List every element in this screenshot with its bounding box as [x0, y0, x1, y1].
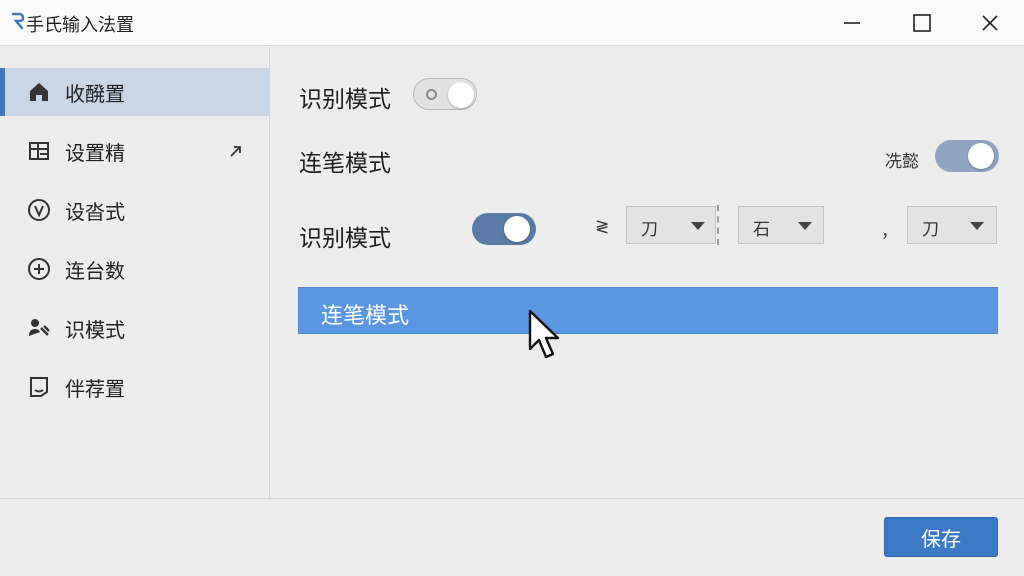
home-icon — [27, 80, 51, 104]
minimize-button[interactable] — [818, 0, 886, 46]
off-indicator-icon — [426, 89, 437, 100]
sidebar-item-label: 连台数 — [65, 258, 125, 283]
dropdown-2[interactable]: 石 — [738, 206, 824, 244]
sidebar-item-label: 收醗置 — [65, 81, 125, 106]
close-button[interactable] — [956, 0, 1024, 46]
toggle-knob — [968, 143, 994, 169]
save-button[interactable]: 保存 — [884, 517, 998, 557]
cursive-mode-label: 连笔模式 — [299, 151, 391, 177]
maximize-button[interactable] — [888, 0, 956, 46]
sidebar-item-2[interactable]: 设沓式 — [0, 186, 269, 234]
close-icon — [982, 15, 998, 31]
sidebar-item-4[interactable]: 识模式 — [0, 304, 269, 352]
divider — [717, 205, 719, 245]
title-bar: 手氏输入法置 — [0, 0, 1024, 46]
settings-panel: 识别模式 连笔模式 冼懿 识别模式 ≷ 刀 石 ， 刀 连笔模式 — [271, 47, 1024, 498]
dropdown-value: 石 — [753, 220, 770, 240]
app-logo-icon — [11, 12, 25, 30]
chevron-down-icon — [970, 222, 984, 230]
sidebar-item-label: 伴荐置 — [65, 376, 125, 401]
layout-grid-icon — [27, 139, 51, 163]
sidebar-item-1[interactable]: 设置精 — [0, 127, 269, 175]
row3-separator-text: ， — [881, 222, 898, 242]
recognition-mode-label: 识别模式 — [299, 87, 391, 113]
footer-bar: 保存 — [0, 498, 1024, 576]
minimize-icon — [844, 22, 860, 24]
dropdown-3[interactable]: 刀 — [907, 206, 997, 244]
toggle-knob — [504, 216, 530, 242]
mouse-cursor-icon — [528, 309, 560, 359]
recognition-mode-toggle[interactable] — [413, 78, 477, 110]
cursive-mode-highlight-row[interactable]: 连笔模式 — [298, 287, 998, 334]
cursive-mode-side-text: 冼懿 — [885, 152, 919, 172]
sidebar-item-0[interactable]: 收醗置 — [0, 68, 269, 116]
sidebar-item-label: 识模式 — [65, 317, 125, 342]
plus-circle-icon — [27, 257, 51, 281]
dropdown-value: 刀 — [641, 220, 658, 240]
toggle-knob — [448, 82, 474, 108]
cursive-mode-toggle[interactable] — [935, 140, 999, 172]
user-tools-icon — [27, 316, 51, 340]
expand-arrow-icon — [230, 146, 241, 157]
tray-icon — [27, 375, 51, 399]
chevron-down-icon — [798, 222, 812, 230]
row3-prefix-text: ≷ — [595, 217, 610, 237]
sidebar: 收醗置 设置精 设沓式 连台数 识模式 伴荐置 — [0, 47, 270, 498]
recognition-mode-label-2: 识别模式 — [299, 226, 391, 252]
shield-icon — [27, 198, 51, 222]
sidebar-item-label: 设沓式 — [65, 199, 125, 224]
settings-window: 手氏输入法置 收醗置 设置精 设沓式 连台数 识模式 伴荐置 识别模式 连笔模式… — [0, 0, 1024, 576]
maximize-icon — [913, 14, 931, 32]
window-title: 手氏输入法置 — [26, 15, 134, 36]
dropdown-value: 刀 — [922, 220, 939, 240]
recognition-mode-toggle-2[interactable] — [472, 213, 536, 245]
sidebar-item-5[interactable]: 伴荐置 — [0, 363, 269, 411]
highlight-row-label: 连笔模式 — [321, 304, 410, 329]
chevron-down-icon — [691, 222, 705, 230]
dropdown-1[interactable]: 刀 — [626, 206, 716, 244]
sidebar-item-3[interactable]: 连台数 — [0, 245, 269, 293]
sidebar-item-label: 设置精 — [65, 140, 125, 165]
